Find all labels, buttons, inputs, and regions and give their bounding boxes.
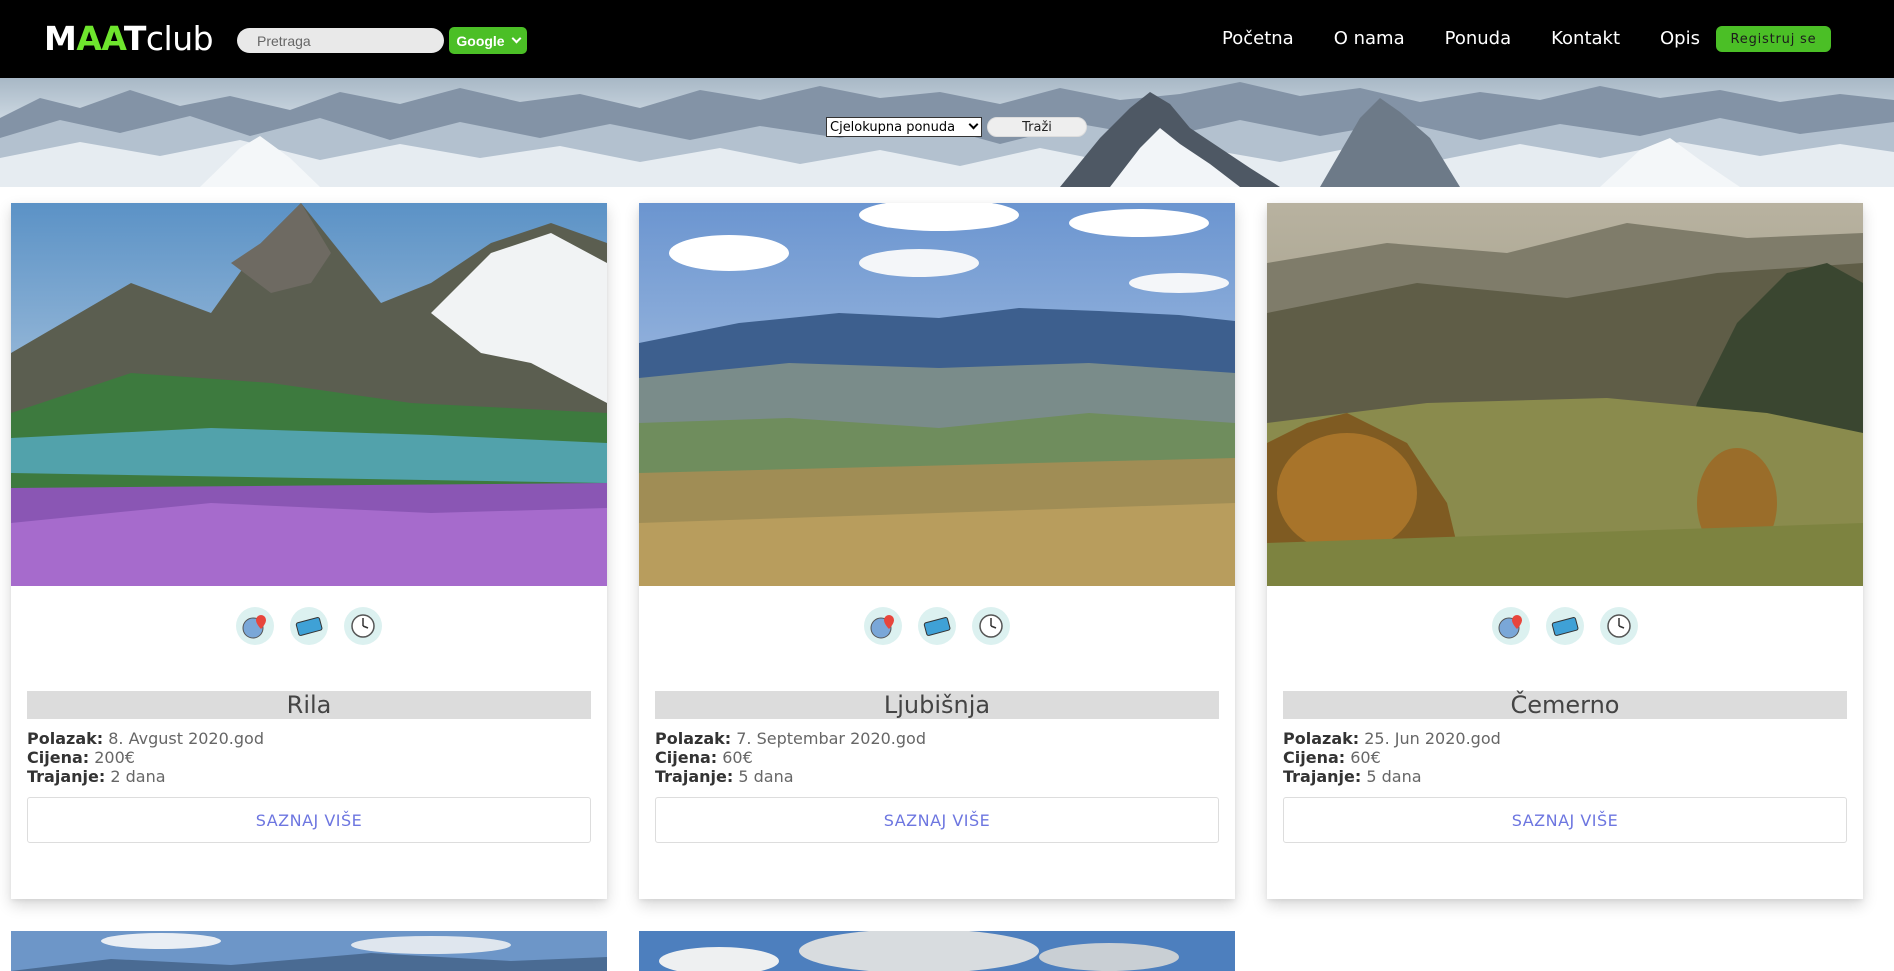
filter-search-button[interactable]: Traži <box>987 117 1087 137</box>
search-input[interactable] <box>237 28 444 53</box>
main-nav: Početna O nama Ponuda Kontakt Opis <box>1222 28 1700 49</box>
ljubisnja-landscape-image <box>639 203 1235 586</box>
price-value: 60€ <box>722 748 753 767</box>
tour-card-partial[interactable] <box>11 931 607 971</box>
tour-info: Polazak: 7. Septembar 2020.god Cijena: 6… <box>655 729 926 786</box>
learn-more-button[interactable]: SAZNAJ VIŠE <box>27 797 591 843</box>
tour-icons <box>1267 607 1863 647</box>
logo[interactable]: MAATclub <box>44 19 214 58</box>
nav-opis[interactable]: Opis <box>1660 28 1700 49</box>
tour-card: Rila Polazak: 8. Avgust 2020.god Cijena:… <box>11 203 607 899</box>
duration-value: 5 dana <box>1366 767 1422 786</box>
tour-card: Čemerno Polazak: 25. Jun 2020.god Cijena… <box>1267 203 1863 899</box>
tour-info: Polazak: 8. Avgust 2020.god Cijena: 200€… <box>27 729 264 786</box>
price-label: Cijena: <box>655 748 718 767</box>
globe-location-icon <box>1492 607 1530 645</box>
tour-icons <box>11 607 607 647</box>
globe-location-icon <box>864 607 902 645</box>
departure-value: 7. Septembar 2020.god <box>736 729 926 748</box>
learn-more-button[interactable]: SAZNAJ VIŠE <box>655 797 1219 843</box>
duration-label: Trajanje: <box>655 767 734 786</box>
tour-card-partial[interactable] <box>639 931 1235 971</box>
price-value: 60€ <box>1350 748 1381 767</box>
logo-aa: AA <box>76 19 124 58</box>
price-value: 200€ <box>94 748 135 767</box>
duration-label: Trajanje: <box>1283 767 1362 786</box>
tour-title: Rila <box>27 691 591 719</box>
departure-label: Polazak: <box>655 729 732 748</box>
nav-ponuda[interactable]: Ponuda <box>1445 28 1512 49</box>
departure-value: 8. Avgust 2020.god <box>108 729 264 748</box>
duration-value: 5 dana <box>738 767 794 786</box>
duration-value: 2 dana <box>110 767 166 786</box>
tour-image[interactable] <box>1267 203 1863 586</box>
clock-icon <box>1600 607 1638 645</box>
globe-location-icon <box>236 607 274 645</box>
rila-landscape-image <box>11 203 607 586</box>
tour-icons <box>639 607 1235 647</box>
nav-kontakt[interactable]: Kontakt <box>1551 28 1620 49</box>
tour-title: Čemerno <box>1283 691 1847 719</box>
clock-icon <box>972 607 1010 645</box>
price-label: Cijena: <box>1283 748 1346 767</box>
tour-image[interactable] <box>11 203 607 586</box>
nav-o-nama[interactable]: O nama <box>1334 28 1405 49</box>
cemerno-landscape-image <box>1267 203 1863 586</box>
tour-image[interactable] <box>639 203 1235 586</box>
partial-tour-image <box>11 931 607 971</box>
offer-filter-select[interactable]: Cjelokupna ponuda <box>826 117 982 137</box>
ticket-icon <box>1546 607 1584 645</box>
tour-title: Ljubišnja <box>655 691 1219 719</box>
departure-value: 25. Jun 2020.god <box>1364 729 1501 748</box>
logo-club: club <box>145 19 214 58</box>
partial-tour-image <box>639 931 1235 971</box>
duration-label: Trajanje: <box>27 767 106 786</box>
tour-card: Ljubišnja Polazak: 7. Septembar 2020.god… <box>639 203 1235 899</box>
chevron-down-icon <box>968 119 979 130</box>
chevron-down-icon <box>511 33 522 44</box>
ticket-icon <box>918 607 956 645</box>
departure-label: Polazak: <box>1283 729 1360 748</box>
nav-pocetna[interactable]: Početna <box>1222 28 1294 49</box>
learn-more-button[interactable]: SAZNAJ VIŠE <box>1283 797 1847 843</box>
top-navbar: MAATclub Google Početna O nama Ponuda Ko… <box>0 0 1894 78</box>
ticket-icon <box>290 607 328 645</box>
register-button[interactable]: Registruj se <box>1716 26 1831 52</box>
clock-icon <box>344 607 382 645</box>
tour-info: Polazak: 25. Jun 2020.god Cijena: 60€ Tr… <box>1283 729 1501 786</box>
search-engine-dropdown[interactable]: Google <box>449 27 527 54</box>
offer-filter-value: Cjelokupna ponuda <box>830 119 956 135</box>
logo-t: T <box>123 19 147 58</box>
search-engine-label: Google <box>456 32 505 49</box>
price-label: Cijena: <box>27 748 90 767</box>
logo-m: M <box>44 19 77 58</box>
departure-label: Polazak: <box>27 729 104 748</box>
